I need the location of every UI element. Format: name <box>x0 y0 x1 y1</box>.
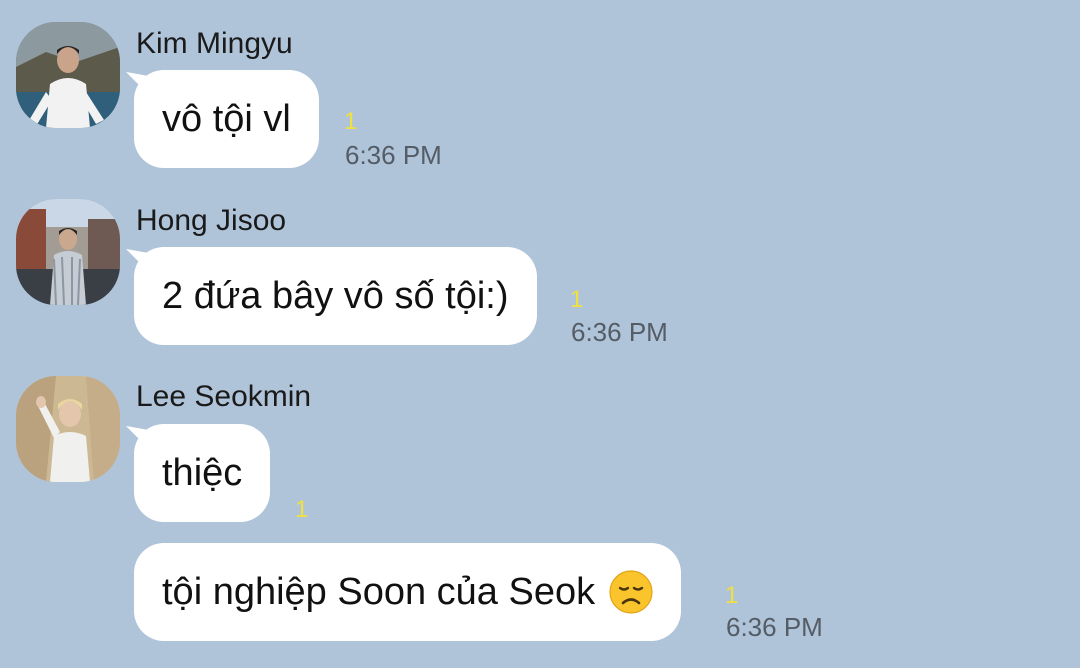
message-text: vô tội vl <box>162 97 291 140</box>
avatar-lee-seokmin[interactable] <box>16 376 120 482</box>
unread-count: 1 <box>344 108 358 135</box>
profile-photo-icon <box>16 376 120 482</box>
message-bubble[interactable]: 2 đứa bây vô số tội:) <box>134 247 537 345</box>
disappointed-face-emoji-icon <box>609 570 653 614</box>
message-text: 2 đứa bây vô số tội:) <box>162 274 509 317</box>
message-time: 6:36 PM <box>345 140 442 170</box>
sender-name: Kim Mingyu <box>136 27 293 60</box>
message-bubble[interactable]: thiệc <box>134 424 271 522</box>
message-time: 6:36 PM <box>726 612 823 642</box>
unread-count: 1 <box>295 496 309 523</box>
message-text: tội nghiệp Soon của Seok <box>162 570 596 613</box>
message-bubble[interactable]: vô tội vl <box>134 70 319 168</box>
message-text: thiệc <box>162 451 243 494</box>
avatar-hong-jisoo[interactable] <box>16 199 120 305</box>
unread-count: 1 <box>570 286 584 313</box>
profile-photo-icon <box>16 199 120 305</box>
sender-name: Lee Seokmin <box>136 380 312 413</box>
avatar-kim-mingyu[interactable] <box>16 22 120 128</box>
profile-photo-icon <box>16 22 120 128</box>
sender-name: Hong Jisoo <box>136 204 287 237</box>
unread-count: 1 <box>725 582 739 609</box>
message-time: 6:36 PM <box>571 317 668 347</box>
message-bubble[interactable]: tội nghiệp Soon của Seok <box>134 543 682 641</box>
